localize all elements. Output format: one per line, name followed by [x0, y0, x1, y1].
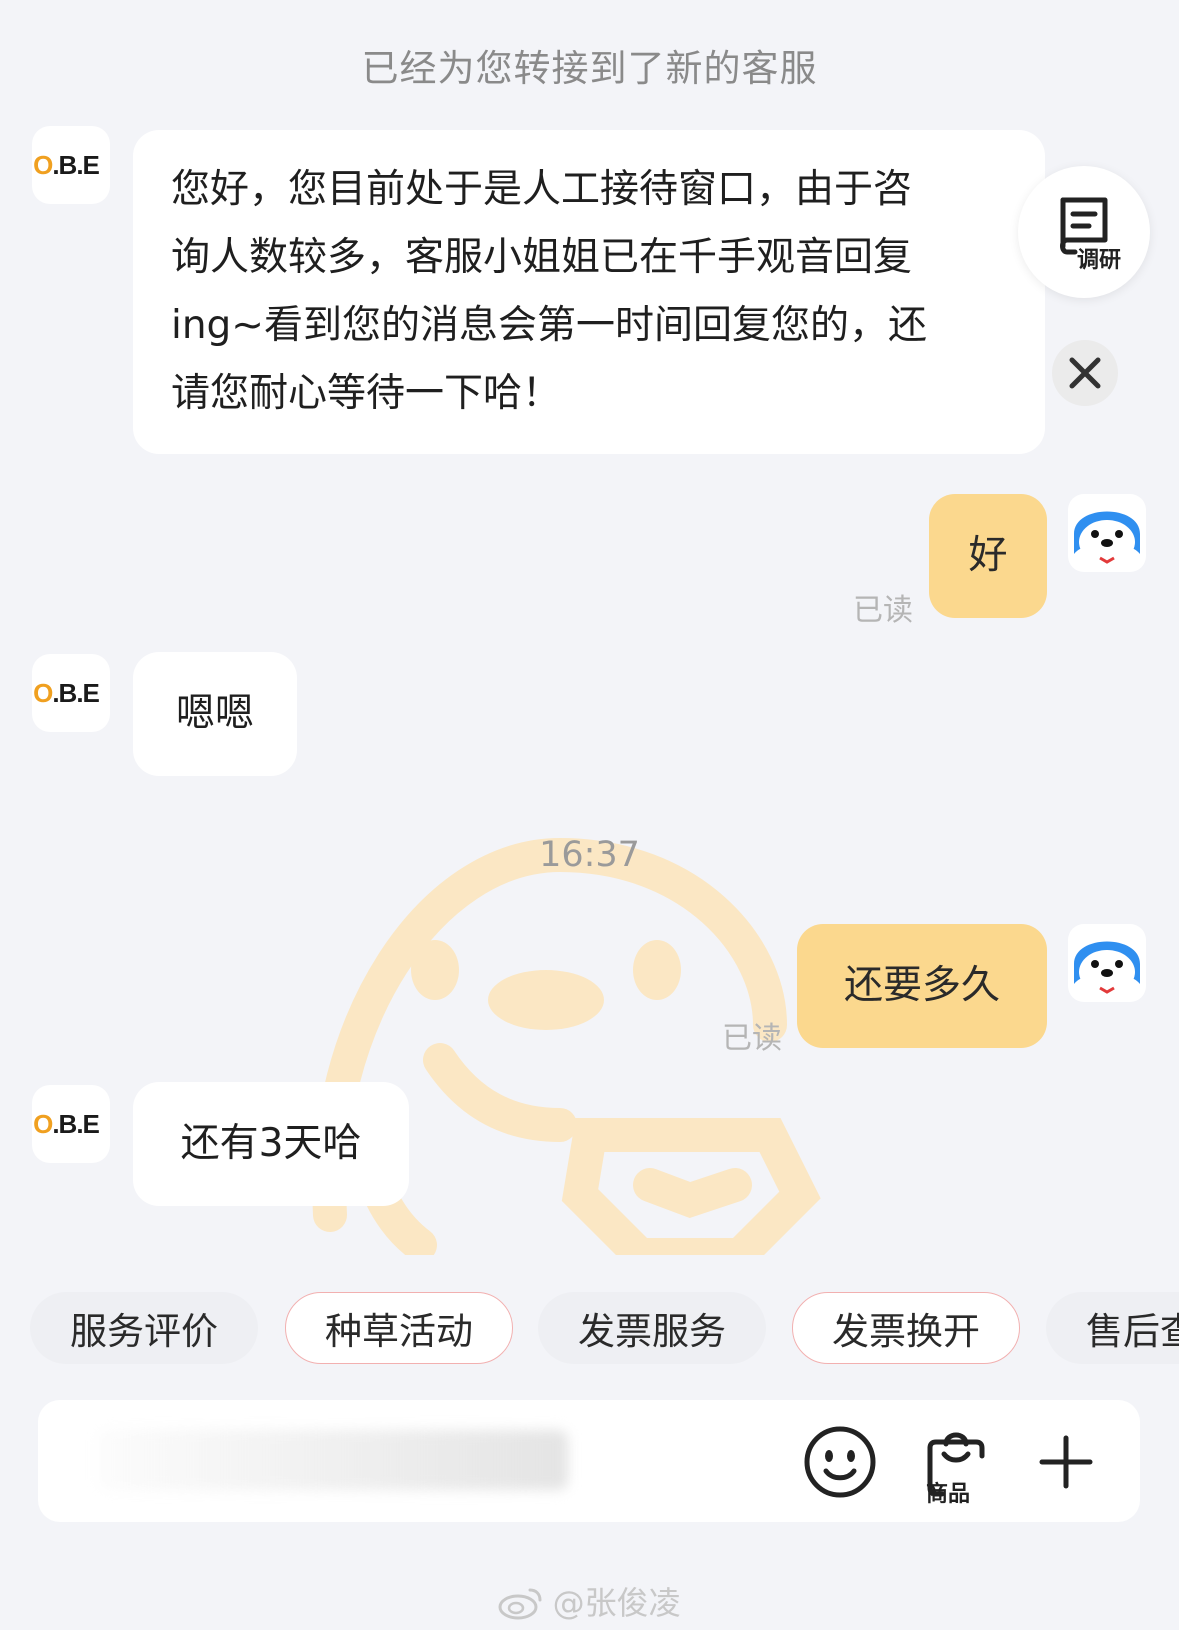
shop-avatar[interactable]: O.B.E — [32, 126, 110, 204]
input-bar — [38, 1400, 1140, 1522]
shop-logo: O.B.E — [33, 677, 100, 708]
survey-label: 调研 — [1076, 248, 1121, 273]
product-label: 商品 — [926, 1482, 971, 1507]
user-message: 好 — [929, 494, 1047, 618]
agent-message: 嗯嗯 — [133, 652, 297, 776]
shop-logo: O.B.E — [33, 149, 100, 180]
read-status: 已读 — [853, 593, 913, 628]
chip-service-review[interactable]: 服务评价 — [30, 1292, 258, 1364]
user-avatar[interactable] — [1068, 494, 1146, 572]
timestamp: 16:37 — [539, 835, 640, 875]
emoji-button[interactable] — [800, 1422, 880, 1502]
weibo-icon — [498, 1588, 542, 1620]
system-notice: 已经为您转接到了新的客服 — [361, 47, 818, 90]
shop-avatar[interactable]: O.B.E — [32, 654, 110, 732]
chip-after-sales[interactable]: 售后查 — [1046, 1292, 1179, 1364]
message-line: ing~看到您的消息会第一时间回复您的，还 — [171, 303, 927, 348]
attribution-watermark: @张俊凌 — [0, 1578, 1179, 1624]
chip-invoice-reissue[interactable]: 发票换开 — [792, 1292, 1020, 1364]
plus-icon — [1039, 1435, 1093, 1489]
user-message: 还要多久 — [797, 924, 1047, 1048]
agent-message: 您好，您目前处于是人工接待窗口，由于咨 询人数较多，客服小姐姐已在千手观音回复 … — [133, 130, 1045, 454]
survey-button[interactable]: 调研 — [1018, 166, 1150, 298]
shop-avatar[interactable]: O.B.E — [32, 1085, 110, 1163]
chip-invoice-service[interactable]: 发票服务 — [538, 1292, 766, 1364]
message-line: 请您耐心等待一下哈！ — [171, 371, 562, 416]
agent-message: 还有3天哈 — [133, 1082, 409, 1206]
chip-seeding-activity[interactable]: 种草活动 — [285, 1292, 513, 1364]
read-status: 已读 — [722, 1021, 782, 1056]
close-icon — [1069, 357, 1101, 389]
message-line: 您好，您目前处于是人工接待窗口，由于咨 — [171, 167, 913, 212]
message-input[interactable] — [98, 1430, 568, 1490]
close-button[interactable] — [1052, 340, 1118, 406]
quick-actions: 服务评价 种草活动 发票服务 发票换开 售后查 — [30, 1292, 1179, 1364]
smile-icon — [804, 1426, 876, 1498]
message-line: 询人数较多，客服小姐姐已在千手观音回复 — [171, 235, 913, 280]
plus-button[interactable] — [1026, 1422, 1106, 1502]
shop-logo: O.B.E — [33, 1108, 100, 1139]
attribution-text: @张俊凌 — [552, 1584, 681, 1622]
user-avatar[interactable] — [1068, 924, 1146, 1002]
